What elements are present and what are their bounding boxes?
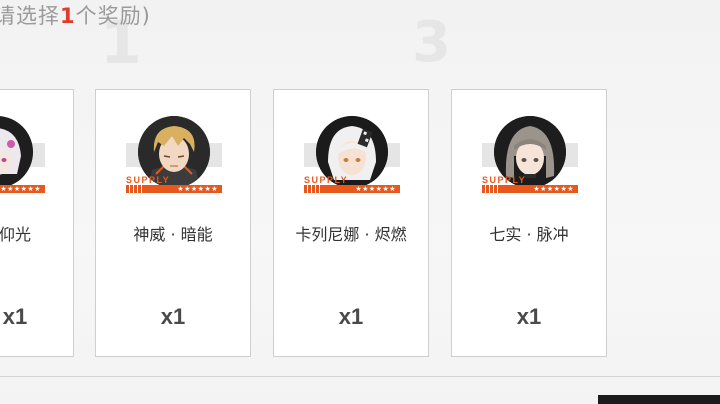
reward-card[interactable]: SUPPLY ★★★★★★ 卡列尼娜 · 烬燃 x1 [273, 89, 429, 357]
reward-quantity: x1 [2, 304, 28, 329]
reward-name: 仰光 [0, 225, 31, 244]
supply-ticks [129, 185, 145, 193]
reward-name: 七实 · 脉冲 [489, 225, 569, 244]
supply-rarity-banner: SUPPLY ★★★★★★ [482, 175, 578, 193]
supply-rarity-banner: SUPPLY ★★★★★★ [304, 175, 400, 193]
reward-name: 神威 · 暗能 [133, 225, 213, 244]
reward-name: 卡列尼娜 · 烬燃 [295, 225, 407, 244]
character-avatar-icon [0, 116, 33, 188]
background-decoration: 3 [412, 10, 451, 75]
supply-rarity-banner: SUPPLY ★★★★★★ [126, 175, 222, 193]
title-suffix: 个奖励) [75, 4, 151, 28]
bottom-right-panel [598, 395, 720, 404]
reward-quantity: x1 [516, 304, 542, 329]
rarity-stars: ★★★★★★ [533, 185, 574, 193]
bottom-divider [0, 376, 720, 377]
supply-ticks [485, 185, 501, 193]
reward-prompt-title: 请选择1个奖励) [0, 0, 151, 30]
rarity-stars: ★★★★★★ [0, 185, 41, 193]
supply-label: SUPPLY [126, 175, 171, 185]
reward-selection-screen: 1 3 请选择1个奖励) SUPPLY ★★★★★★ [0, 0, 720, 404]
reward-card[interactable]: SUPPLY ★★★★★★ 神威 · 暗能 x1 [95, 89, 251, 357]
rarity-stars: ★★★★★★ [355, 185, 396, 193]
title-prefix: 请选择 [0, 4, 60, 28]
reward-card[interactable]: SUPPLY ★★★★★★ 七实 · 脉冲 x1 [451, 89, 607, 357]
reward-quantity: x1 [338, 304, 364, 329]
reward-count: 1 [60, 4, 76, 28]
reward-quantity: x1 [160, 304, 186, 329]
reward-card[interactable]: SUPPLY ★★★★★★ 仰光 x1 [0, 89, 74, 357]
supply-rarity-banner: SUPPLY ★★★★★★ [0, 179, 45, 193]
supply-ticks [307, 185, 323, 193]
rarity-stars: ★★★★★★ [177, 185, 218, 193]
supply-label: SUPPLY [304, 175, 349, 185]
supply-label: SUPPLY [482, 175, 527, 185]
